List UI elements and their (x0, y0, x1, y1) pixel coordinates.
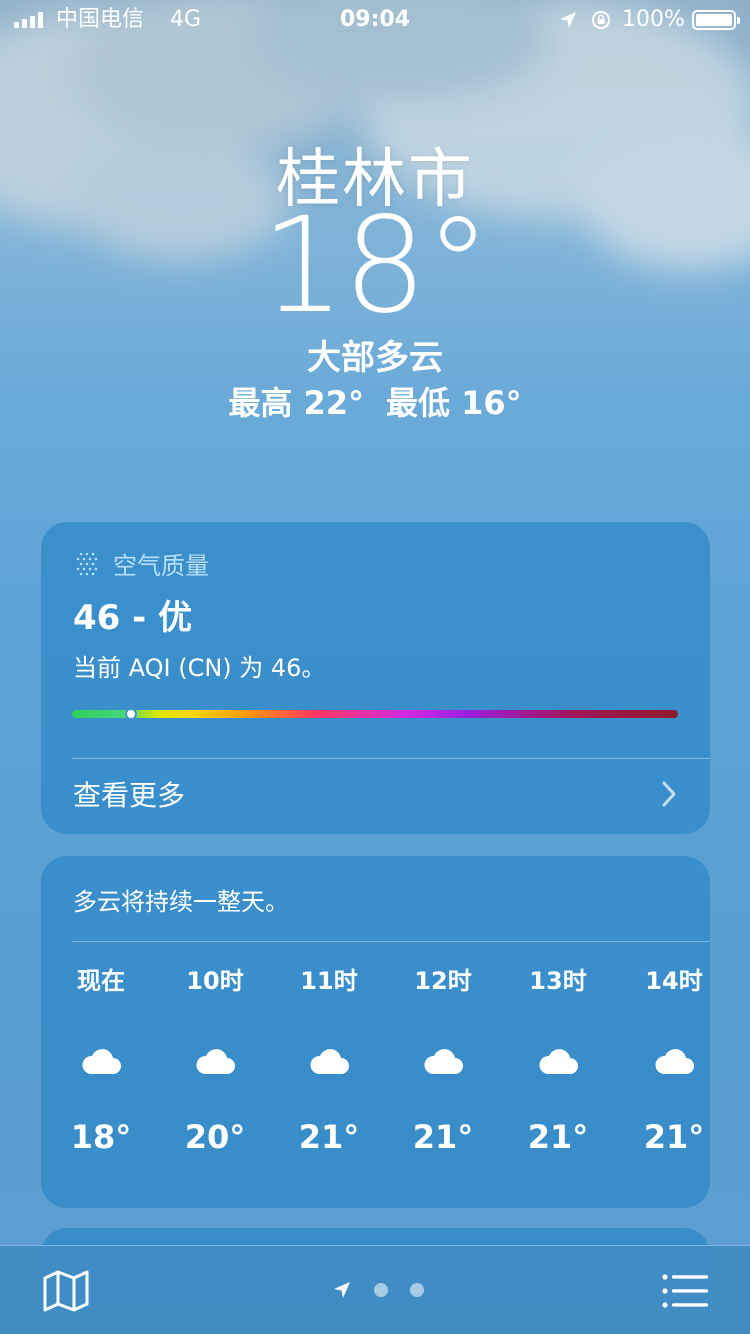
see-more-link[interactable]: 查看更多 (73, 774, 185, 814)
hourly-forecast-item: 13时 21° (508, 964, 608, 1156)
list-icon[interactable] (662, 1274, 708, 1308)
cloud-icon (536, 1046, 580, 1076)
aqi-level-marker (124, 708, 137, 720)
hour-temperature: 21° (527, 1118, 589, 1156)
hour-label: 10时 (186, 967, 244, 995)
divider (72, 758, 710, 759)
hourly-forecast-card[interactable]: 多云将持续一整天。 现在 18° 10时 20° 11时 21° 12时 21° 13时 21° 1… (41, 856, 710, 1208)
hourly-forecast-item: 现在 18° (51, 964, 151, 1156)
high-low-temperature: 最高 22° 最低 16° (0, 378, 750, 424)
air-quality-title: 空气质量 (113, 552, 209, 580)
location-arrow-icon (560, 12, 576, 28)
page-dot[interactable] (410, 1283, 424, 1297)
hour-label: 11时 (300, 967, 358, 995)
hour-label: 13时 (529, 967, 587, 995)
hour-temperature: 18° (70, 1118, 132, 1156)
low-temperature: 最低 16° (386, 384, 522, 422)
high-temperature: 最高 22° (228, 384, 364, 422)
hour-temperature: 21° (643, 1118, 705, 1156)
page-indicator[interactable] (332, 1280, 424, 1300)
hourly-forecast-list[interactable]: 现在 18° 10时 20° 11时 21° 12时 21° 13时 21° 14时 21° (41, 964, 710, 1194)
hour-temperature: 21° (298, 1118, 360, 1156)
current-location-page-icon[interactable] (332, 1280, 352, 1300)
rotation-lock-icon (592, 11, 610, 29)
chevron-right-icon[interactable] (660, 780, 678, 808)
divider (72, 941, 710, 942)
air-quality-card[interactable]: 空气质量 46 - 优 当前 AQI (CN) 为 46。 查看更多 (41, 522, 710, 834)
cloud-icon (421, 1046, 465, 1076)
weather-condition: 大部多云 (307, 338, 443, 378)
hour-label: 12时 (414, 967, 472, 995)
air-quality-header: 空气质量 (73, 546, 209, 581)
forecast-summary: 多云将持续一整天。 (73, 888, 289, 916)
bottom-toolbar (0, 1245, 750, 1334)
air-quality-icon (76, 552, 98, 575)
cloud-icon (307, 1046, 351, 1076)
aqi-value: 46 - 优 (73, 598, 193, 638)
cloud-icon (193, 1046, 237, 1076)
hour-label: 现在 (77, 967, 125, 995)
page-dot[interactable] (374, 1283, 388, 1297)
battery-percentage: 100% (622, 7, 685, 32)
aqi-description: 当前 AQI (CN) 为 46。 (73, 654, 326, 682)
cloud-icon (79, 1046, 123, 1076)
cloud-icon (652, 1046, 696, 1076)
current-temperature: 18° (261, 189, 491, 343)
hourly-forecast-item: 12时 21° (393, 964, 493, 1156)
hour-temperature: 21° (412, 1118, 474, 1156)
hour-temperature: 20° (184, 1118, 246, 1156)
hour-label: 14时 (645, 967, 703, 995)
hourly-forecast-item: 14时 21° (624, 964, 724, 1156)
hourly-forecast-item: 10时 20° (165, 964, 265, 1156)
aqi-scale-bar (72, 710, 678, 718)
hourly-forecast-item: 11时 21° (279, 964, 379, 1156)
status-bar: 中国电信 4G 09:04 100% (0, 0, 750, 40)
map-icon[interactable] (43, 1270, 89, 1312)
battery-icon (692, 10, 740, 30)
